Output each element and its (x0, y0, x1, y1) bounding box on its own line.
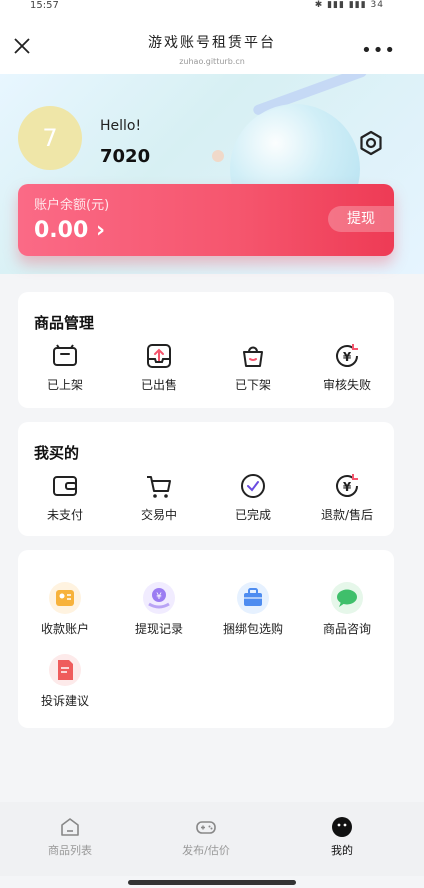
balance-amount[interactable]: 0.00 › (34, 218, 105, 243)
check-circle-icon (241, 474, 265, 498)
profile-icon (332, 817, 352, 837)
decor-dot (212, 150, 224, 162)
service-item-complaint[interactable]: 投诉建议 (18, 654, 112, 709)
services-card: 收款账户 ¥ 提现记录 捆绑包选购 商品咨询 投诉建议 (18, 550, 394, 728)
service-item-withdraw-record[interactable]: ¥ 提现记录 (112, 582, 206, 637)
goods-item-label: 已下架 (234, 378, 271, 392)
title-bar: 游戏账号租赁平台 zuhao.gitturb.cn ••• (0, 14, 424, 74)
chat-icon (331, 582, 363, 614)
service-item-bundle[interactable]: 捆绑包选购 (206, 582, 300, 637)
status-icons: ✱ ▮▮▮ ▮▮▮ 34 (314, 0, 384, 10)
cart-icon (147, 476, 171, 498)
service-item-label: 收款账户 (40, 622, 89, 636)
service-item-label: 投诉建议 (40, 694, 89, 708)
wallet-icon (53, 476, 77, 496)
service-item-label: 商品咨询 (322, 622, 371, 636)
tab-label: 商品列表 (48, 844, 92, 857)
status-time: 15:57 (30, 0, 59, 11)
svg-text:¥: ¥ (343, 350, 352, 364)
status-bar: 15:57 ✱ ▮▮▮ ▮▮▮ 34 (0, 0, 424, 14)
complaint-icon (49, 654, 81, 686)
more-icon[interactable]: ••• (361, 40, 396, 61)
goods-item-listed[interactable]: 已上架 (18, 342, 112, 393)
tab-goods-list[interactable]: 商品列表 (20, 816, 120, 858)
tab-mine[interactable]: 我的 (292, 816, 392, 858)
goods-item-label: 已出售 (140, 378, 177, 392)
avatar[interactable]: 7 (18, 106, 82, 170)
shelf-up-icon (53, 344, 77, 366)
withdraw-record-icon: ¥ (143, 582, 175, 614)
purchase-item-unpaid[interactable]: 未支付 (18, 472, 112, 523)
svg-text:¥: ¥ (156, 592, 162, 602)
tab-publish[interactable]: 发布/估价 (156, 816, 256, 858)
account-card-icon (49, 582, 81, 614)
username: 7020 (100, 146, 151, 167)
review-failed-icon: ¥ (336, 344, 358, 367)
purchases-title: 我买的 (34, 444, 80, 462)
sold-icon (147, 344, 171, 368)
refund-icon: ¥ (336, 474, 358, 497)
bottom-tab-bar: 商品列表 发布/估价 我的 (0, 802, 424, 876)
service-item-label: 提现记录 (134, 622, 183, 636)
home-indicator (128, 880, 296, 885)
purchase-item-refund[interactable]: ¥ 退款/售后 (300, 472, 394, 523)
home-icon (61, 818, 79, 836)
gamepad-icon (196, 821, 216, 834)
bundle-icon (237, 582, 269, 614)
purchases-card: 我买的 未支付 交易中 已完成 ¥ 退款/售后 (18, 422, 394, 536)
purchase-item-label: 退款/售后 (320, 508, 374, 522)
settings-icon[interactable] (358, 130, 384, 156)
purchase-item-label: 已完成 (234, 508, 271, 522)
svg-text:¥: ¥ (343, 480, 352, 494)
service-item-account[interactable]: 收款账户 (18, 582, 112, 637)
goods-title: 商品管理 (34, 314, 95, 332)
purchase-item-label: 交易中 (140, 508, 177, 522)
service-item-label: 捆绑包选购 (222, 622, 283, 636)
withdraw-button[interactable]: 提现 (328, 206, 394, 232)
goods-management-card: 商品管理 已上架 已出售 已下架 ¥ 审核失败 (18, 292, 394, 408)
balance-label: 账户余额(元) (34, 198, 110, 213)
tab-label: 我的 (331, 844, 353, 857)
goods-item-sold[interactable]: 已出售 (112, 342, 206, 393)
shelf-down-icon (243, 346, 263, 367)
goods-item-label: 审核失败 (322, 378, 371, 392)
greeting: Hello! (100, 118, 142, 134)
purchase-item-completed[interactable]: 已完成 (206, 472, 300, 523)
purchase-item-trading[interactable]: 交易中 (112, 472, 206, 523)
tab-label: 发布/估价 (182, 844, 230, 857)
goods-item-label: 已上架 (46, 378, 83, 392)
goods-item-review-failed[interactable]: ¥ 审核失败 (300, 342, 394, 393)
balance-card[interactable]: 账户余额(元) 0.00 › 提现 (18, 184, 394, 256)
goods-item-delisted[interactable]: 已下架 (206, 342, 300, 393)
purchase-item-label: 未支付 (46, 508, 83, 522)
service-item-consult[interactable]: 商品咨询 (300, 582, 394, 637)
